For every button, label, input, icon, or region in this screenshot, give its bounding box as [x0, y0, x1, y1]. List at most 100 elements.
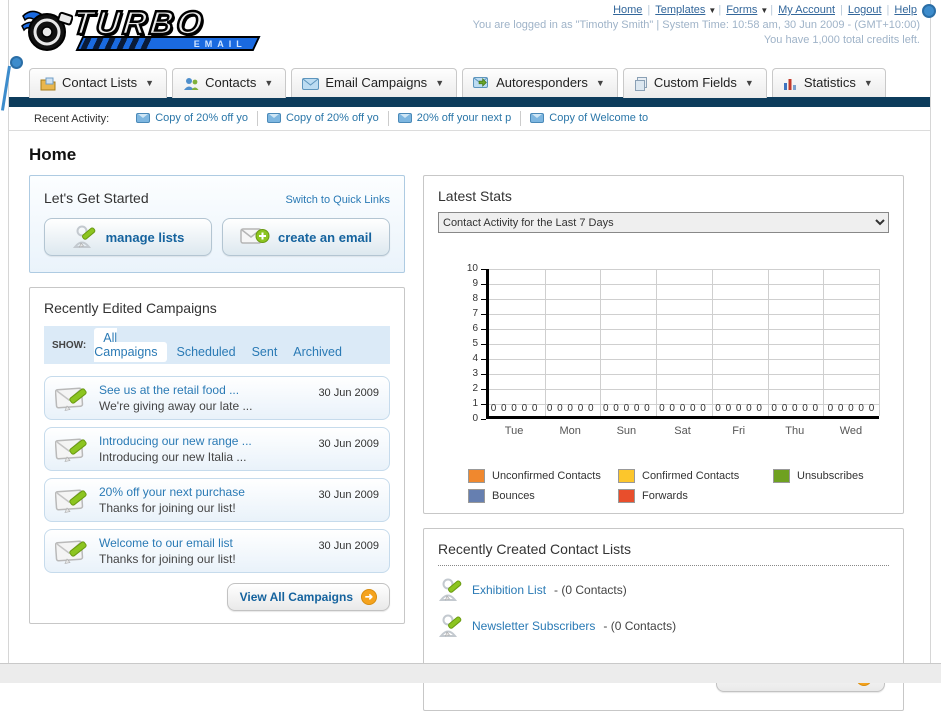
envelope-icon [302, 75, 320, 90]
campaign-row[interactable]: Introducing our new range ... Introducing… [44, 427, 390, 471]
legend-swatch [773, 469, 790, 483]
contact-lists-title: Recently Created Contact Lists [438, 541, 889, 566]
top-link-my-account[interactable]: My Account [778, 4, 835, 16]
top-link-templates[interactable]: Templates [655, 4, 705, 16]
tab-email-campaigns[interactable]: Email Campaigns ▼ [291, 68, 458, 97]
manage-lists-button[interactable]: manage lists [44, 218, 212, 256]
top-link-logout[interactable]: Logout [848, 4, 882, 16]
tab-contact-lists[interactable]: Contact Lists ▼ [29, 68, 168, 98]
contact-list-link[interactable]: Exhibition List [472, 583, 546, 597]
data-value-label: 0 [827, 403, 834, 414]
turbo-turbine-icon [21, 6, 74, 61]
data-value-label: 0 [791, 403, 798, 414]
filter-tab-scheduled[interactable]: Scheduled [177, 345, 236, 359]
recent-activity-link[interactable]: 20% off your next p [417, 112, 512, 124]
recent-activity-item[interactable]: 20% off your next p [389, 110, 522, 126]
data-value-label: 0 [546, 403, 553, 414]
campaign-row[interactable]: See us at the retail food ... We're givin… [44, 376, 390, 420]
y-axis-tick-label: 1 [472, 398, 478, 409]
legend-swatch [468, 469, 485, 483]
top-link-forms[interactable]: Forms [726, 4, 757, 16]
envelope-icon [530, 113, 545, 124]
value-label-group: 00000 [654, 269, 710, 419]
campaign-title-link[interactable]: See us at the retail food ... [99, 383, 308, 397]
data-value-label: 0 [511, 403, 517, 414]
campaign-row[interactable]: Welcome to our email list Thanks for join… [44, 529, 390, 573]
campaign-date: 30 Jun 2009 [318, 489, 379, 501]
people-icon [183, 75, 199, 91]
arrow-right-icon: ➜ [361, 589, 377, 605]
create-an-email-button[interactable]: create an email [222, 218, 390, 256]
top-link-help[interactable]: Help [894, 4, 917, 16]
contact-list-item[interactable]: Exhibition List - (0 Contacts) [438, 578, 889, 602]
data-value-label: 0 [725, 403, 732, 414]
campaigns-panel: Recently Edited Campaigns SHOW: All Camp… [29, 287, 405, 624]
value-label-group: 00000 [711, 269, 767, 419]
tab-autoresponders[interactable]: Autoresponders ▼ [462, 68, 618, 98]
data-value-label: 0 [746, 403, 752, 414]
value-label-group: 00000 [598, 269, 654, 419]
y-axis-tick-label: 7 [472, 308, 478, 319]
data-value-label: 0 [659, 403, 665, 414]
recent-activity-link[interactable]: Copy of 20% off yo [155, 112, 248, 124]
campaigns-panel-title: Recently Edited Campaigns [44, 300, 217, 316]
recent-activity-label: Recent Activity: [34, 112, 110, 125]
filter-tab-all-campaigns[interactable]: All Campaigns [94, 328, 167, 362]
logo-email-bar: EMAIL [75, 36, 261, 51]
data-value-label: 0 [837, 403, 844, 414]
tab-label: Contacts [205, 75, 257, 91]
recent-activity-link[interactable]: Copy of 20% off yo [286, 112, 379, 124]
link-separator: | [840, 4, 843, 16]
data-value-label: 0 [623, 403, 630, 414]
view-all-campaigns-label: View All Campaigns [239, 590, 353, 604]
campaign-title-link[interactable]: 20% off your next purchase [99, 485, 308, 499]
campaign-row[interactable]: 20% off your next purchase Thanks for joi… [44, 478, 390, 522]
campaign-pencil-icon [55, 385, 89, 411]
y-axis-tick-label: 10 [466, 263, 478, 274]
data-value-label: 0 [613, 403, 619, 414]
recent-activity-link[interactable]: Copy of Welcome to [549, 112, 648, 124]
logo-stripes [80, 38, 156, 49]
legend-label: Bounces [492, 490, 535, 502]
filter-tab-sent[interactable]: Sent [252, 345, 278, 359]
chevron-down-icon: ▼ [708, 6, 717, 15]
legend-item: Bounces [468, 489, 618, 503]
value-label-group: 00000 [767, 269, 823, 419]
contact-list-item[interactable]: Newsletter Subscribers - (0 Contacts) [438, 614, 889, 638]
top-link-home[interactable]: Home [613, 4, 642, 16]
header: TURBO EMAIL Home | Templates ▼ | Forms ▼ | My Ac… [9, 0, 936, 62]
recent-activity-item[interactable]: Copy of 20% off yo [258, 110, 389, 126]
data-value-label: 0 [567, 403, 573, 414]
tab-statistics[interactable]: Statistics ▼ [771, 68, 886, 98]
pages-icon [634, 75, 648, 91]
tab-custom-fields[interactable]: Custom Fields ▼ [622, 68, 767, 98]
envelope-arrow-icon [473, 75, 490, 90]
stats-report-select[interactable]: Contact Activity for the Last 7 Days [438, 212, 889, 233]
campaign-title-link[interactable]: Introducing our new range ... [99, 434, 308, 448]
campaign-subtitle: Thanks for joining our list! [99, 501, 236, 515]
chevron-down-icon: ▼ [595, 77, 605, 88]
chevron-down-icon: ▼ [435, 77, 445, 88]
legend-item: Unsubscribes [773, 469, 889, 483]
filter-tab-archived[interactable]: Archived [293, 345, 342, 359]
data-value-label: 0 [802, 403, 808, 414]
recent-activity-item[interactable]: Copy of 20% off yo [127, 110, 258, 126]
campaign-title-link[interactable]: Welcome to our email list [99, 536, 308, 550]
data-value-label: 0 [587, 403, 594, 414]
chevron-down-icon: ▼ [264, 77, 274, 88]
y-axis-tick-mark [481, 419, 486, 420]
contact-list-link[interactable]: Newsletter Subscribers [472, 619, 595, 633]
view-all-campaigns-button[interactable]: View All Campaigns ➜ [226, 583, 390, 611]
chart-legend: Unconfirmed Contacts Confirmed Contacts Un… [468, 469, 889, 503]
switch-quick-links-link[interactable]: Switch to Quick Links [285, 194, 390, 206]
latest-stats-title: Latest Stats [438, 188, 512, 204]
latest-stats-panel: Latest Stats Contact Activity for the La… [423, 175, 904, 514]
legend-label: Confirmed Contacts [642, 470, 740, 482]
person-pencil-icon [72, 225, 98, 249]
recent-activity-bar: Recent Activity: Copy of 20% off yo Copy … [9, 107, 930, 131]
tab-contacts[interactable]: Contacts ▼ [172, 68, 287, 98]
recent-activity-item[interactable]: Copy of Welcome to [521, 111, 657, 126]
legend-swatch [618, 489, 635, 503]
value-label-group: 00000 [486, 269, 542, 419]
person-pencil-icon [438, 614, 464, 638]
